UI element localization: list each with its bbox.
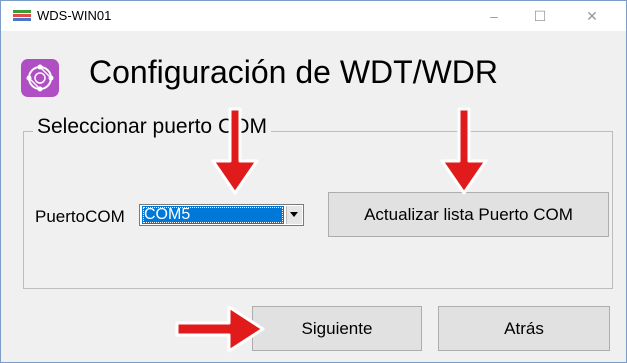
port-com-label: PuertoCOM (35, 207, 125, 226)
window-title: WDS-WIN01 (37, 8, 112, 23)
arrow-down-icon (211, 107, 259, 195)
next-button[interactable]: Siguiente (252, 306, 422, 351)
port-com-selected-value: COM5 (142, 206, 284, 224)
app-icon (13, 10, 31, 21)
dropdown-button[interactable] (286, 206, 302, 224)
arrow-down-icon (440, 107, 488, 195)
maximize-button[interactable]: ☐ (517, 1, 563, 31)
back-button[interactable]: Atrás (438, 306, 610, 351)
network-globe-icon (21, 59, 59, 97)
port-com-select[interactable]: COM5 (139, 204, 304, 226)
page-title: Configuración de WDT/WDR (89, 54, 498, 90)
arrow-right-icon (175, 305, 265, 353)
chevron-down-icon (290, 212, 298, 217)
minimize-button[interactable]: – (471, 1, 517, 31)
title-bar[interactable]: WDS-WIN01 – ☐ ✕ (1, 1, 626, 31)
close-button[interactable]: ✕ (569, 1, 615, 31)
app-window: WDS-WIN01 – ☐ ✕ Configuración de WDT/WDR… (0, 0, 627, 363)
refresh-port-list-button[interactable]: Actualizar lista Puerto COM (328, 192, 609, 237)
